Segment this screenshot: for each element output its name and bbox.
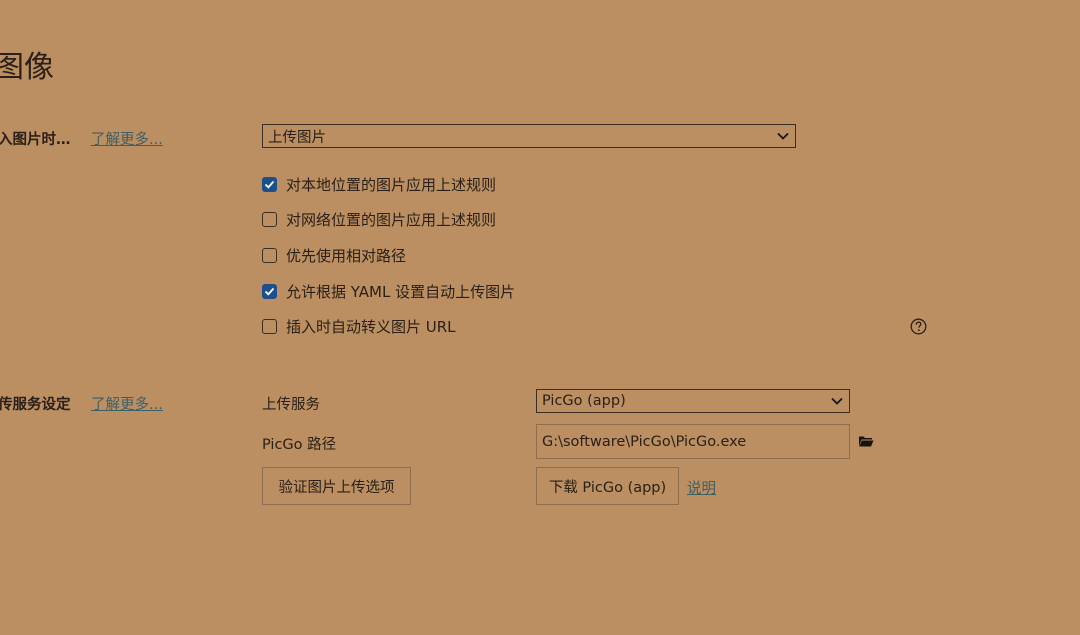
option-escape-url[interactable]: 插入时自动转义图片 URL — [262, 316, 456, 336]
picgo-path-label: PicGo 路径 — [262, 437, 337, 453]
upload-service-label: 传服务设定 — [0, 397, 71, 413]
upload-service-field-label: 上传服务 — [262, 397, 320, 413]
chevron-down-icon — [777, 132, 789, 140]
checkbox-unchecked[interactable] — [262, 318, 277, 334]
option-apply-network[interactable]: 对网络位置的图片应用上述规则 — [262, 209, 496, 229]
folder-icon[interactable] — [858, 434, 874, 448]
insert-image-action-select[interactable]: 上传图片 — [262, 124, 796, 148]
option-label: 对网络位置的图片应用上述规则 — [286, 210, 497, 229]
option-label: 优先使用相对路径 — [286, 246, 407, 265]
checkbox-checked[interactable] — [262, 283, 277, 299]
chevron-down-icon — [831, 397, 843, 405]
upload-service-select[interactable]: PicGo (app) — [536, 389, 850, 413]
picgo-doc-link[interactable]: 说明 — [687, 477, 716, 498]
section-title: 图像 — [0, 50, 54, 85]
preferences-image-panel: 图像 入图片时… 了解更多... 上传图片 对本地位置的图片应用上述规则 对网络… — [0, 0, 1080, 635]
checkbox-unchecked[interactable] — [262, 247, 277, 263]
insert-image-learn-more-link[interactable]: 了解更多... — [91, 128, 163, 149]
picgo-path-input[interactable]: G:\software\PicGo\PicGo.exe — [536, 424, 850, 459]
insert-image-action-value: 上传图片 — [268, 129, 326, 146]
upload-service-learn-more-link[interactable]: 了解更多... — [91, 393, 163, 414]
option-label: 允许根据 YAML 设置自动上传图片 — [286, 282, 516, 301]
question-circle-icon[interactable] — [910, 318, 927, 335]
verify-upload-button[interactable]: 验证图片上传选项 — [262, 467, 411, 505]
option-relative-path[interactable]: 优先使用相对路径 — [262, 245, 406, 265]
option-label: 插入时自动转义图片 URL — [286, 317, 456, 336]
upload-service-value: PicGo (app) — [542, 393, 626, 409]
insert-image-label: 入图片时… — [0, 132, 71, 148]
option-label: 对本地位置的图片应用上述规则 — [286, 175, 497, 194]
option-yaml-upload[interactable]: 允许根据 YAML 设置自动上传图片 — [262, 281, 515, 301]
download-picgo-button[interactable]: 下载 PicGo (app) — [536, 467, 679, 505]
option-apply-local[interactable]: 对本地位置的图片应用上述规则 — [262, 174, 496, 194]
checkbox-unchecked[interactable] — [262, 211, 277, 227]
checkbox-checked[interactable] — [262, 176, 277, 192]
